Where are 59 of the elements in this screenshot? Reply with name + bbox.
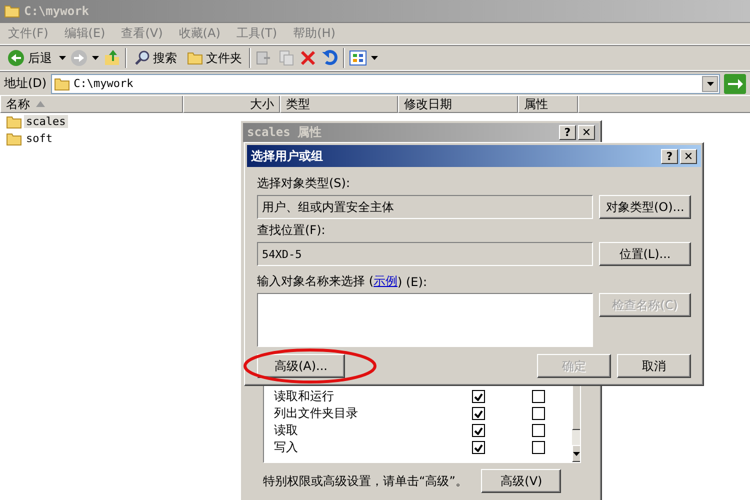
allow-checkbox[interactable]	[472, 390, 485, 403]
address-field[interactable]: C:\mywork	[50, 74, 720, 94]
object-names-field[interactable]	[257, 293, 593, 347]
address-label: 地址(D)	[4, 75, 47, 92]
locations-button[interactable]: 位置(L)...	[599, 242, 691, 266]
permission-name: 写入	[274, 439, 299, 456]
search-icon	[134, 50, 150, 66]
dialog-title: 选择用户或组	[251, 148, 323, 164]
deny-checkbox[interactable]	[532, 407, 545, 420]
views-icon[interactable]	[349, 49, 367, 67]
deny-checkbox[interactable]	[532, 424, 545, 437]
column-header[interactable]: 属性	[518, 96, 578, 113]
deny-checkbox[interactable]	[532, 441, 545, 454]
delete-icon[interactable]	[299, 49, 317, 67]
file-name[interactable]: scales	[24, 115, 68, 128]
location-label: 查找位置(F):	[257, 222, 326, 239]
folder-icon	[54, 76, 70, 90]
column-header[interactable]: 名称	[0, 96, 183, 113]
permission-name: 读取和运行	[274, 388, 335, 405]
hint-text: 特别权限或高级设置，请单击“高级”。	[263, 472, 468, 490]
folder-icon	[187, 51, 203, 65]
names-label: 输入对象名称来选择 (	[257, 273, 374, 290]
dialog-title: scales 属性	[247, 124, 322, 141]
folder-icon	[4, 4, 20, 18]
folders-button[interactable]: 文件夹	[184, 50, 245, 66]
names-label: ) (E):	[398, 274, 427, 288]
caret-icon	[371, 56, 378, 60]
deny-checkbox[interactable]	[532, 390, 545, 403]
column-header[interactable]: 修改日期	[398, 96, 518, 113]
close-button[interactable]: ✕	[578, 125, 595, 140]
advanced-button[interactable]: 高级(V)	[481, 469, 562, 493]
permission-name: 读取	[274, 422, 299, 439]
back-button[interactable]: 后退	[4, 49, 55, 67]
caret-icon	[706, 82, 714, 86]
column-header[interactable]: 大小	[183, 96, 280, 113]
dropdown-button[interactable]	[702, 76, 718, 92]
column-header[interactable]: 类型	[280, 96, 398, 113]
object-type-label: 选择对象类型(S):	[257, 175, 352, 192]
permission-name: 列出文件夹目录	[274, 405, 359, 422]
folder-icon	[6, 132, 22, 146]
object-type-field: 用户、组或内置安全主体	[257, 195, 593, 219]
cancel-button[interactable]: 取消	[617, 354, 691, 378]
caret-icon	[92, 56, 99, 60]
examples-link[interactable]: 示例	[374, 273, 398, 290]
window-title: C:\mywork	[24, 4, 90, 18]
caret-icon	[573, 452, 580, 456]
allow-checkbox[interactable]	[472, 424, 485, 437]
object-types-button[interactable]: 对象类型(O)...	[599, 195, 691, 219]
allow-checkbox[interactable]	[472, 441, 485, 454]
search-button[interactable]: 搜索	[131, 50, 180, 66]
location-field: 54XD-5	[257, 242, 593, 266]
help-button[interactable]: ?	[559, 125, 576, 140]
allow-checkbox[interactable]	[472, 407, 485, 420]
help-button[interactable]: ?	[661, 148, 678, 164]
file-name[interactable]: soft	[24, 132, 54, 145]
undo-icon[interactable]	[321, 49, 339, 67]
close-button[interactable]: ✕	[680, 148, 697, 164]
advanced-button[interactable]: 高级(A)...	[257, 354, 345, 378]
caret-icon	[59, 56, 66, 60]
